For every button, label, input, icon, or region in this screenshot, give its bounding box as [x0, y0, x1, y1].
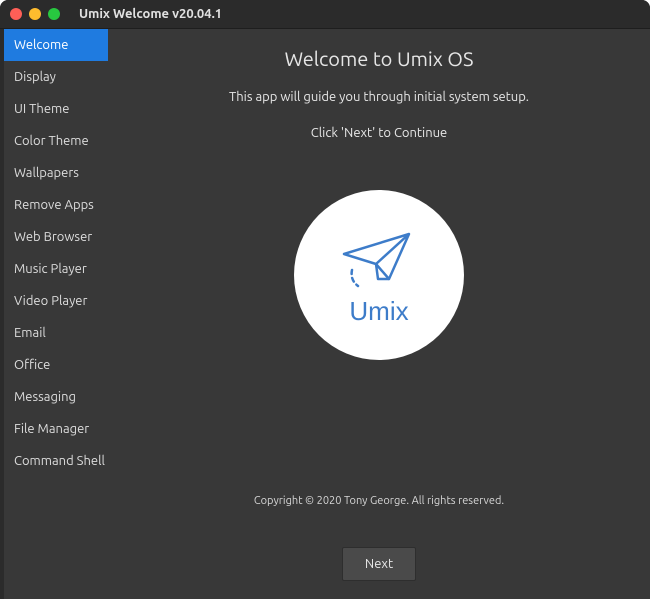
sidebar-item-email[interactable]: Email: [4, 317, 108, 349]
main-panel: Welcome to Umix OS This app will guide y…: [108, 29, 650, 599]
window-body: Welcome Display UI Theme Color Theme Wal…: [0, 28, 650, 599]
sidebar: Welcome Display UI Theme Color Theme Wal…: [0, 29, 108, 599]
sidebar-item-command-shell[interactable]: Command Shell: [4, 445, 108, 477]
sidebar-item-display[interactable]: Display: [4, 61, 108, 93]
minimize-icon[interactable]: [29, 8, 41, 20]
sidebar-item-messaging[interactable]: Messaging: [4, 381, 108, 413]
sidebar-item-color-theme[interactable]: Color Theme: [4, 125, 108, 157]
sidebar-item-ui-theme[interactable]: UI Theme: [4, 93, 108, 125]
sidebar-item-web-browser[interactable]: Web Browser: [4, 221, 108, 253]
sidebar-item-wallpapers[interactable]: Wallpapers: [4, 157, 108, 189]
titlebar: Umix Welcome v20.04.1: [0, 0, 650, 28]
intro-text: This app will guide you through initial …: [229, 90, 529, 104]
paper-plane-icon: [334, 224, 424, 294]
click-next-text: Click 'Next' to Continue: [311, 126, 447, 140]
sidebar-item-office[interactable]: Office: [4, 349, 108, 381]
app-window: Umix Welcome v20.04.1 Welcome Display UI…: [0, 0, 650, 599]
sidebar-item-file-manager[interactable]: File Manager: [4, 413, 108, 445]
close-icon[interactable]: [10, 8, 22, 20]
umix-logo: Umix: [294, 190, 464, 360]
next-button[interactable]: Next: [342, 547, 416, 581]
copyright-text: Copyright © 2020 Tony George. All rights…: [254, 495, 504, 507]
sidebar-item-welcome[interactable]: Welcome: [4, 29, 108, 61]
sidebar-item-remove-apps[interactable]: Remove Apps: [4, 189, 108, 221]
sidebar-item-video-player[interactable]: Video Player: [4, 285, 108, 317]
window-title: Umix Welcome v20.04.1: [79, 7, 222, 21]
maximize-icon[interactable]: [48, 8, 60, 20]
logo-text: Umix: [349, 296, 408, 327]
page-title: Welcome to Umix OS: [285, 47, 474, 70]
sidebar-item-music-player[interactable]: Music Player: [4, 253, 108, 285]
